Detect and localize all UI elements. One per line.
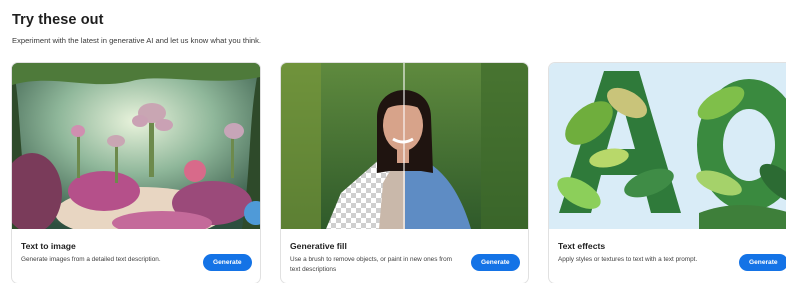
generate-button[interactable]: Generate <box>471 254 520 271</box>
text-to-image-thumbnail[interactable] <box>12 63 260 229</box>
text-effects-thumbnail[interactable] <box>549 63 786 229</box>
card-description: Apply styles or textures to text with a … <box>558 256 698 263</box>
section-subtitle: Experiment with the latest in generative… <box>12 36 262 45</box>
card-text-to-image[interactable]: Text to image Generate images from a det… <box>12 63 260 283</box>
generate-button[interactable]: Generate <box>739 254 786 271</box>
card-description: Generate images from a detailed text des… <box>21 256 161 263</box>
generate-button[interactable]: Generate <box>203 254 252 271</box>
card-title: Text effects <box>558 241 606 251</box>
card-title: Text to image <box>21 241 76 251</box>
card-title: Generative fill <box>290 241 347 251</box>
card-description: Use a brush to remove objects, or paint … <box>290 256 452 273</box>
card-text-effects[interactable]: Text effects Apply styles or textures to… <box>549 63 786 283</box>
card-generative-fill[interactable]: Generative fill Use a brush to remove ob… <box>281 63 528 283</box>
section-title: Try these out <box>12 12 104 28</box>
generative-fill-thumbnail[interactable] <box>281 63 528 229</box>
